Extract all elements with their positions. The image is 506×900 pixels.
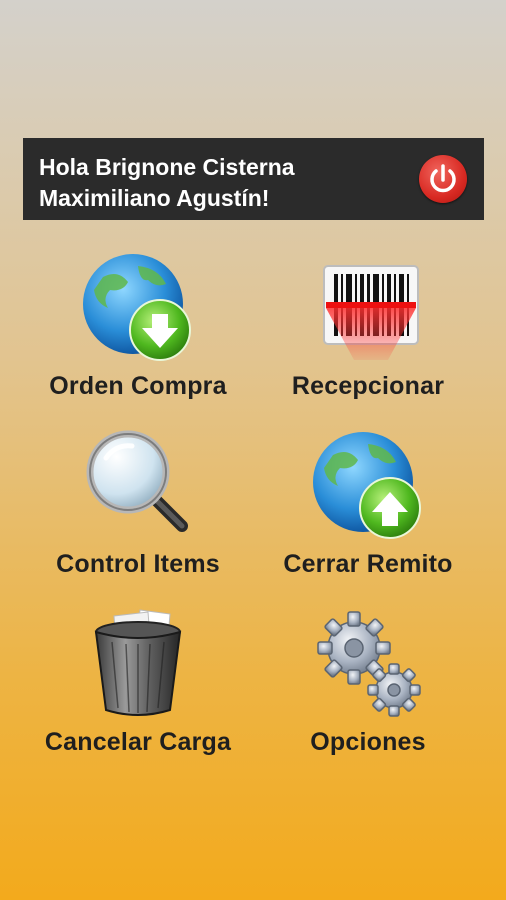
power-icon xyxy=(430,164,456,193)
menu-cancelar-carga[interactable]: Cancelar Carga xyxy=(23,608,253,778)
greeting-line-1: Hola Brignone Cisterna xyxy=(39,154,295,180)
barcode-scanner-icon xyxy=(323,265,419,360)
menu-opciones[interactable]: Opciones xyxy=(253,608,483,778)
magnifier-icon xyxy=(86,430,188,532)
menu-cerrar-remito[interactable]: Cerrar Remito xyxy=(253,430,483,600)
greeting-banner: Hola Brignone Cisterna Maximiliano Agust… xyxy=(23,138,484,220)
globe-download-icon xyxy=(83,254,191,361)
greeting-line-2: Maximiliano Agustín! xyxy=(39,185,270,211)
control-items-label: Control Items xyxy=(56,550,220,578)
opciones-label: Opciones xyxy=(310,728,426,756)
cerrar-remito-label: Cerrar Remito xyxy=(283,550,453,578)
recepcionar-label: Recepcionar xyxy=(291,372,445,400)
logout-button[interactable] xyxy=(419,155,467,203)
orden-compra-label: Orden Compra xyxy=(49,372,227,400)
gears-icon xyxy=(317,611,421,717)
cancelar-carga-label: Cancelar Carga xyxy=(44,728,232,756)
trash-icon xyxy=(94,609,182,716)
menu-orden-compra[interactable]: Orden Compra xyxy=(23,252,253,422)
menu-recepcionar[interactable]: Recepcionar xyxy=(253,252,483,422)
globe-upload-icon xyxy=(313,432,421,539)
menu-control-items[interactable]: Control Items xyxy=(23,430,253,600)
